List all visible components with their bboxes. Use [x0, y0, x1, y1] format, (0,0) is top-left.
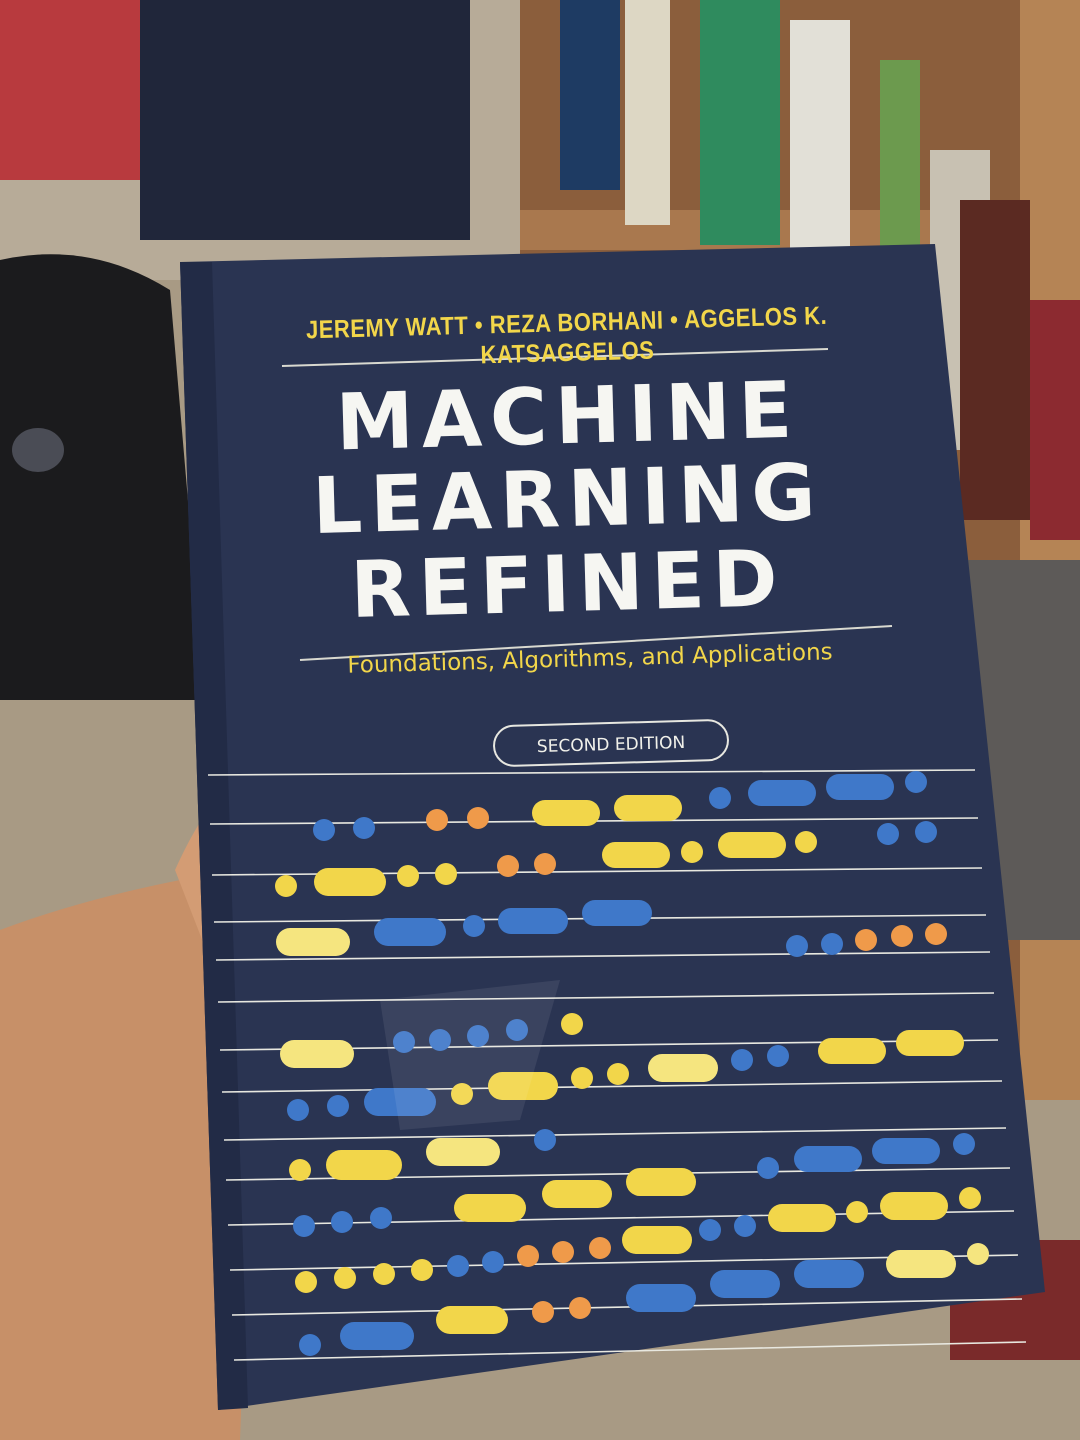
edition-badge: SECOND EDITION: [492, 718, 730, 768]
shelf-books-7: [960, 200, 1030, 520]
shelf-books-4: [790, 20, 850, 250]
shelf-books-2: [625, 0, 670, 225]
book-title-line-3: REFINED: [349, 533, 787, 637]
red-item: [950, 1240, 1080, 1360]
shelf-books-9: [940, 560, 1080, 940]
backpack-logo: [12, 428, 64, 472]
shelf-books-1: [560, 0, 620, 190]
shelf-books-3: [700, 0, 780, 245]
shelf-books-8: [1030, 300, 1080, 540]
dark-clothes: [140, 0, 470, 240]
background-scene: [0, 0, 1080, 1440]
shelf-books-5: [880, 60, 920, 260]
